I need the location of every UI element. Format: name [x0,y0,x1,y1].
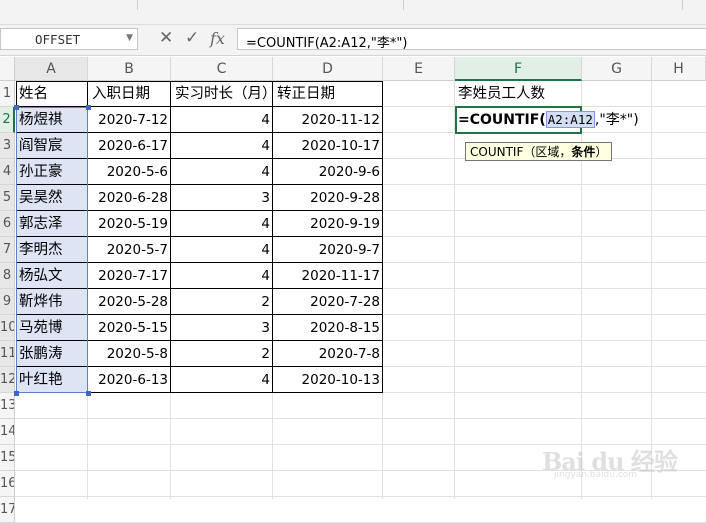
internship-months-cell[interactable]: 4 [172,107,273,133]
header-cell[interactable]: 入职日期 [89,81,171,107]
name-box[interactable]: OFFSET ▼ [0,28,138,50]
row-header-7[interactable]: 7 [0,237,15,263]
hire-date-cell[interactable]: 2020-6-17 [89,133,171,159]
internship-months-cell[interactable]: 2 [172,341,273,367]
header-cell[interactable]: 转正日期 [274,81,383,107]
ribbon-strip [0,0,706,25]
gridline-vertical [454,81,455,499]
row-header-16[interactable]: 16 [0,471,15,497]
regularization-date-cell[interactable]: 2020-10-13 [274,367,383,393]
hire-date-cell[interactable]: 2020-6-28 [89,185,171,211]
regularization-date-cell[interactable]: 2020-7-8 [274,341,383,367]
row-header-10[interactable]: 10 [0,315,15,341]
select-all-corner[interactable] [0,57,15,81]
name-box-value: OFFSET [35,32,81,47]
regularization-date-cell[interactable]: 2020-7-28 [274,289,383,315]
column-header-a[interactable]: A [15,57,88,81]
open-paren: ( [539,112,546,128]
internship-months-cell[interactable]: 2 [172,289,273,315]
hire-date-cell[interactable]: 2020-5-19 [89,211,171,237]
regularization-date-cell[interactable]: 2020-10-17 [274,133,383,159]
criteria-argument: ,"李*") [594,112,639,128]
hire-date-cell[interactable]: 2020-5-7 [89,237,171,263]
range-handle[interactable] [14,391,19,396]
formula-input[interactable]: =COUNTIF(A2:A12,"李*") [237,28,706,51]
cancel-icon[interactable]: ✕ [159,28,173,48]
function-name: =COUNTIF [458,112,540,128]
cell-f1[interactable]: 李姓员工人数 [455,81,582,107]
range-handle[interactable] [86,391,91,396]
regularization-date-cell[interactable]: 2020-9-28 [274,185,383,211]
table-border-vertical [170,81,171,393]
tooltip-prefix: COUNTIF（区域， [470,145,572,159]
hire-date-cell[interactable]: 2020-5-15 [89,315,171,341]
column-header-b[interactable]: B [88,57,171,81]
column-header-c[interactable]: C [171,57,273,81]
internship-months-cell[interactable]: 4 [172,211,273,237]
row-header-11[interactable]: 11 [0,341,15,367]
row-header-3[interactable]: 3 [0,133,15,159]
column-header-e[interactable]: E [383,57,455,81]
internship-months-cell[interactable]: 3 [172,185,273,211]
internship-months-cell[interactable]: 4 [172,159,273,185]
range-reference: A2:A12 [545,111,595,128]
hire-date-cell[interactable]: 2020-6-13 [89,367,171,393]
regularization-date-cell[interactable]: 2020-11-12 [274,107,383,133]
row-header-8[interactable]: 8 [0,263,15,289]
chevron-down-icon[interactable]: ▼ [126,33,133,43]
tooltip-current-arg: 条件 [571,145,596,159]
column-header-f[interactable]: F [455,57,582,81]
internship-months-cell[interactable]: 3 [172,315,273,341]
row-header-9[interactable]: 9 [0,289,15,315]
gridline-horizontal [15,418,706,419]
internship-months-cell[interactable]: 4 [172,237,273,263]
baidu-watermark-logo: Bai du 经验 jingyan.baidu.com [542,436,692,484]
hire-date-cell[interactable]: 2020-5-28 [89,289,171,315]
gridline-horizontal [15,496,706,497]
ribbon-divider [403,0,404,10]
watermark-url: jingyan.baidu.com [554,470,638,480]
ribbon-divider [137,0,138,10]
header-cell[interactable]: 姓名 [16,81,88,107]
header-cell[interactable]: 实习时长（月） [172,81,277,107]
enter-icon[interactable]: ✓ [185,28,199,48]
range-handle[interactable] [86,105,91,110]
row-header-2[interactable]: 2 [0,107,15,133]
row-header-15[interactable]: 15 [0,445,15,471]
ribbon-divider [682,0,683,10]
regularization-date-cell[interactable]: 2020-11-17 [274,263,383,289]
formula-bar: OFFSET ▼ ✕ ✓ fx =COUNTIF(A2:A12,"李*") [0,25,706,56]
hire-date-cell[interactable]: 2020-5-6 [89,159,171,185]
formula-range-outline [16,107,88,393]
tooltip-suffix: ） [595,145,608,159]
column-header-d[interactable]: D [273,57,383,81]
regularization-date-cell[interactable]: 2020-9-19 [274,211,383,237]
row-header-13[interactable]: 13 [0,393,15,419]
hire-date-cell[interactable]: 2020-5-8 [89,341,171,367]
internship-months-cell[interactable]: 4 [172,263,273,289]
regularization-date-cell[interactable]: 2020-8-15 [274,315,383,341]
row-header-12[interactable]: 12 [0,367,15,393]
row-header-5[interactable]: 5 [0,185,15,211]
cell-editing-formula[interactable]: =COUNTIF(A2:A12 ,"李*") [458,107,639,133]
hire-date-cell[interactable]: 2020-7-12 [89,107,171,133]
row-header-6[interactable]: 6 [0,211,15,237]
regularization-date-cell[interactable]: 2020-9-6 [274,159,383,185]
range-handle[interactable] [14,105,19,110]
row-header-14[interactable]: 14 [0,419,15,445]
function-tooltip: COUNTIF（区域，条件） [465,142,613,161]
internship-months-cell[interactable]: 4 [172,133,273,159]
column-header-g[interactable]: G [582,57,652,81]
row-header-4[interactable]: 4 [0,159,15,185]
formula-text: =COUNTIF(A2:A12,"李*") [246,36,408,51]
internship-months-cell[interactable]: 4 [172,367,273,393]
column-header-h[interactable]: H [652,57,706,81]
row-header-17[interactable]: 17 [0,497,15,523]
hire-date-cell[interactable]: 2020-7-17 [89,263,171,289]
regularization-date-cell[interactable]: 2020-9-7 [274,237,383,263]
table-border-vertical [272,81,273,393]
insert-function-icon[interactable]: fx [210,29,225,48]
row-header-1[interactable]: 1 [0,81,15,107]
